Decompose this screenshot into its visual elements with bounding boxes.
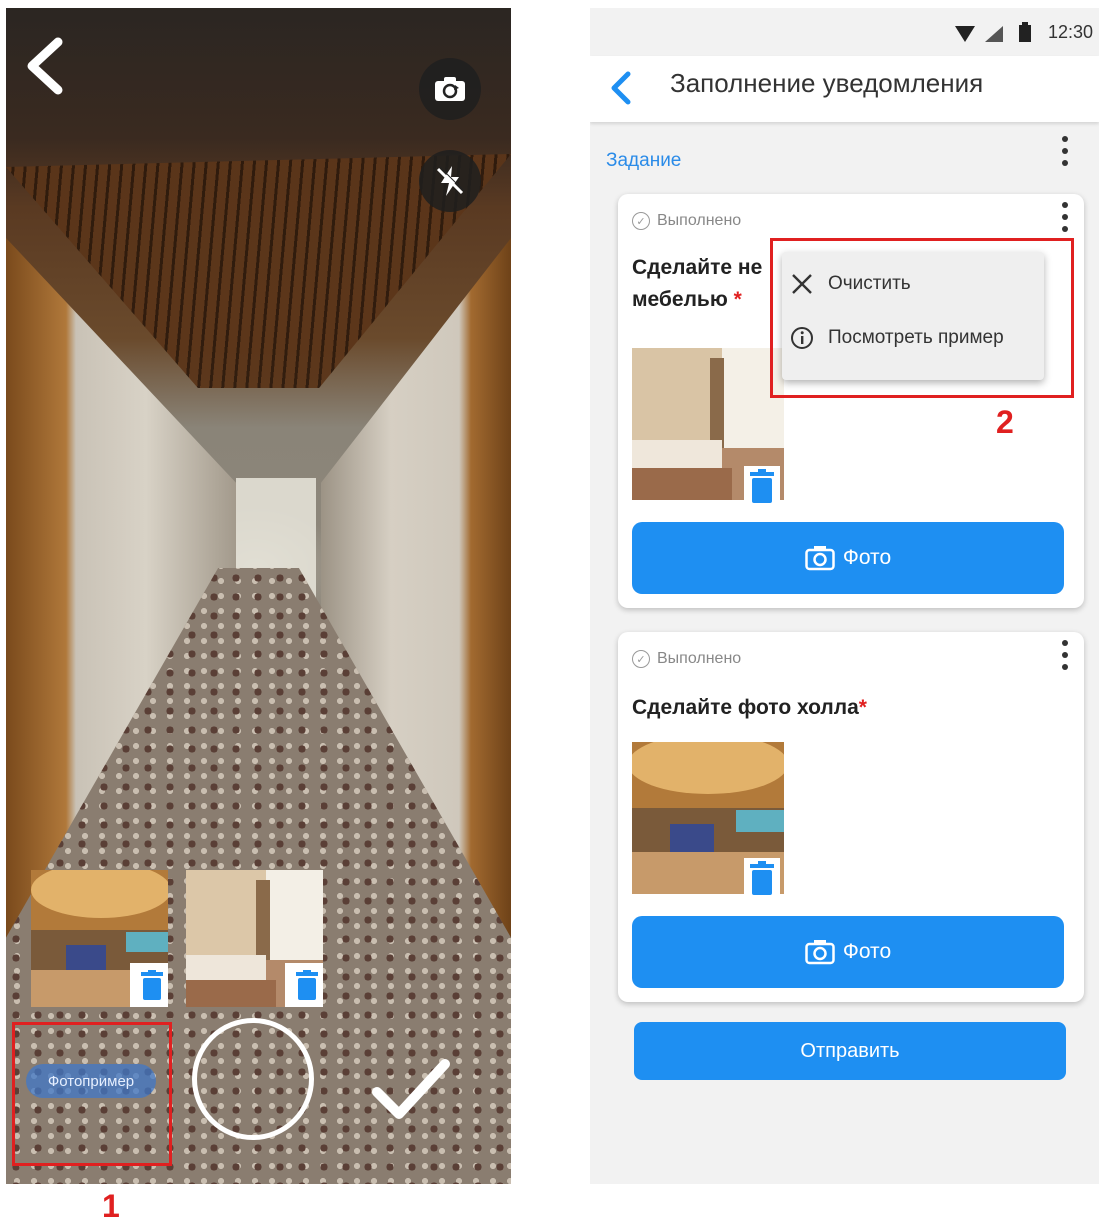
status-time: 12:30 xyxy=(1047,22,1093,42)
card-title-line2: мебелью xyxy=(632,288,728,311)
section-more-button[interactable] xyxy=(1060,136,1070,166)
card-more-button[interactable] xyxy=(1060,202,1070,232)
card-more-button[interactable] xyxy=(1060,640,1070,670)
shutter-button[interactable] xyxy=(192,1018,314,1140)
camera-rotate-icon xyxy=(435,77,465,101)
card-status-label: Выполнено xyxy=(657,650,742,667)
back-chevron-icon[interactable] xyxy=(20,36,72,96)
camera-icon xyxy=(805,546,835,571)
delete-thumbnail-button[interactable] xyxy=(285,963,323,1007)
trash-icon xyxy=(750,469,774,503)
card-title-text: Сделайте фото холла xyxy=(632,696,859,719)
form-screen: 12:30 Заполнение уведомления Задание ✓ В… xyxy=(590,8,1099,1184)
section-label: Задание xyxy=(606,150,682,171)
annotation-box-2 xyxy=(770,238,1074,398)
trash-icon xyxy=(296,970,318,1000)
annotation-box-1 xyxy=(12,1022,172,1166)
flash-off-icon xyxy=(436,166,465,196)
app-bar: Заполнение уведомления xyxy=(590,56,1099,122)
battery-icon xyxy=(1019,22,1031,42)
card-title: Сделайте не мебелью * xyxy=(632,252,762,316)
trash-icon xyxy=(141,970,163,1000)
take-photo-label: Фото xyxy=(842,940,892,963)
card-status: ✓ Выполнено xyxy=(632,650,741,668)
wifi-icon xyxy=(955,26,975,42)
card-title: Сделайте фото холла* xyxy=(632,692,867,724)
take-photo-button[interactable]: Фото xyxy=(632,916,1064,988)
back-chevron-icon[interactable] xyxy=(606,70,636,106)
take-photo-button[interactable]: Фото xyxy=(632,522,1064,594)
switch-camera-button[interactable] xyxy=(419,58,481,120)
card-status: ✓ Выполнено xyxy=(632,212,741,230)
signal-icon xyxy=(985,26,1003,42)
task-card: ✓ Выполнено Сделайте фото холла* Фото xyxy=(618,632,1084,1002)
flash-toggle-button[interactable] xyxy=(419,150,481,212)
take-photo-label: Фото xyxy=(842,546,892,569)
check-circle-icon: ✓ xyxy=(632,212,650,230)
trash-icon xyxy=(750,861,774,895)
status-bar: 12:30 xyxy=(590,8,1099,56)
check-circle-icon: ✓ xyxy=(632,650,650,668)
card-title-line1: Сделайте не xyxy=(632,256,763,279)
captured-photo-thumbnail-room[interactable] xyxy=(186,870,323,1007)
submit-button[interactable]: Отправить xyxy=(634,1022,1066,1080)
required-mark: * xyxy=(733,288,742,311)
captured-photo-thumbnail-hall[interactable] xyxy=(31,870,168,1007)
camera-icon xyxy=(805,940,835,965)
annotation-number-1: 1 xyxy=(102,1188,120,1224)
annotation-number-2: 2 xyxy=(996,404,1014,440)
delete-photo-button[interactable] xyxy=(744,466,780,506)
page-title: Заполнение уведомления xyxy=(670,68,984,98)
delete-thumbnail-button[interactable] xyxy=(130,963,168,1007)
card-status-label: Выполнено xyxy=(657,212,742,229)
camera-viewfinder: Фотопример xyxy=(6,8,511,1184)
delete-photo-button[interactable] xyxy=(744,858,780,898)
required-mark: * xyxy=(858,696,867,719)
confirm-check-icon[interactable] xyxy=(371,1056,451,1124)
